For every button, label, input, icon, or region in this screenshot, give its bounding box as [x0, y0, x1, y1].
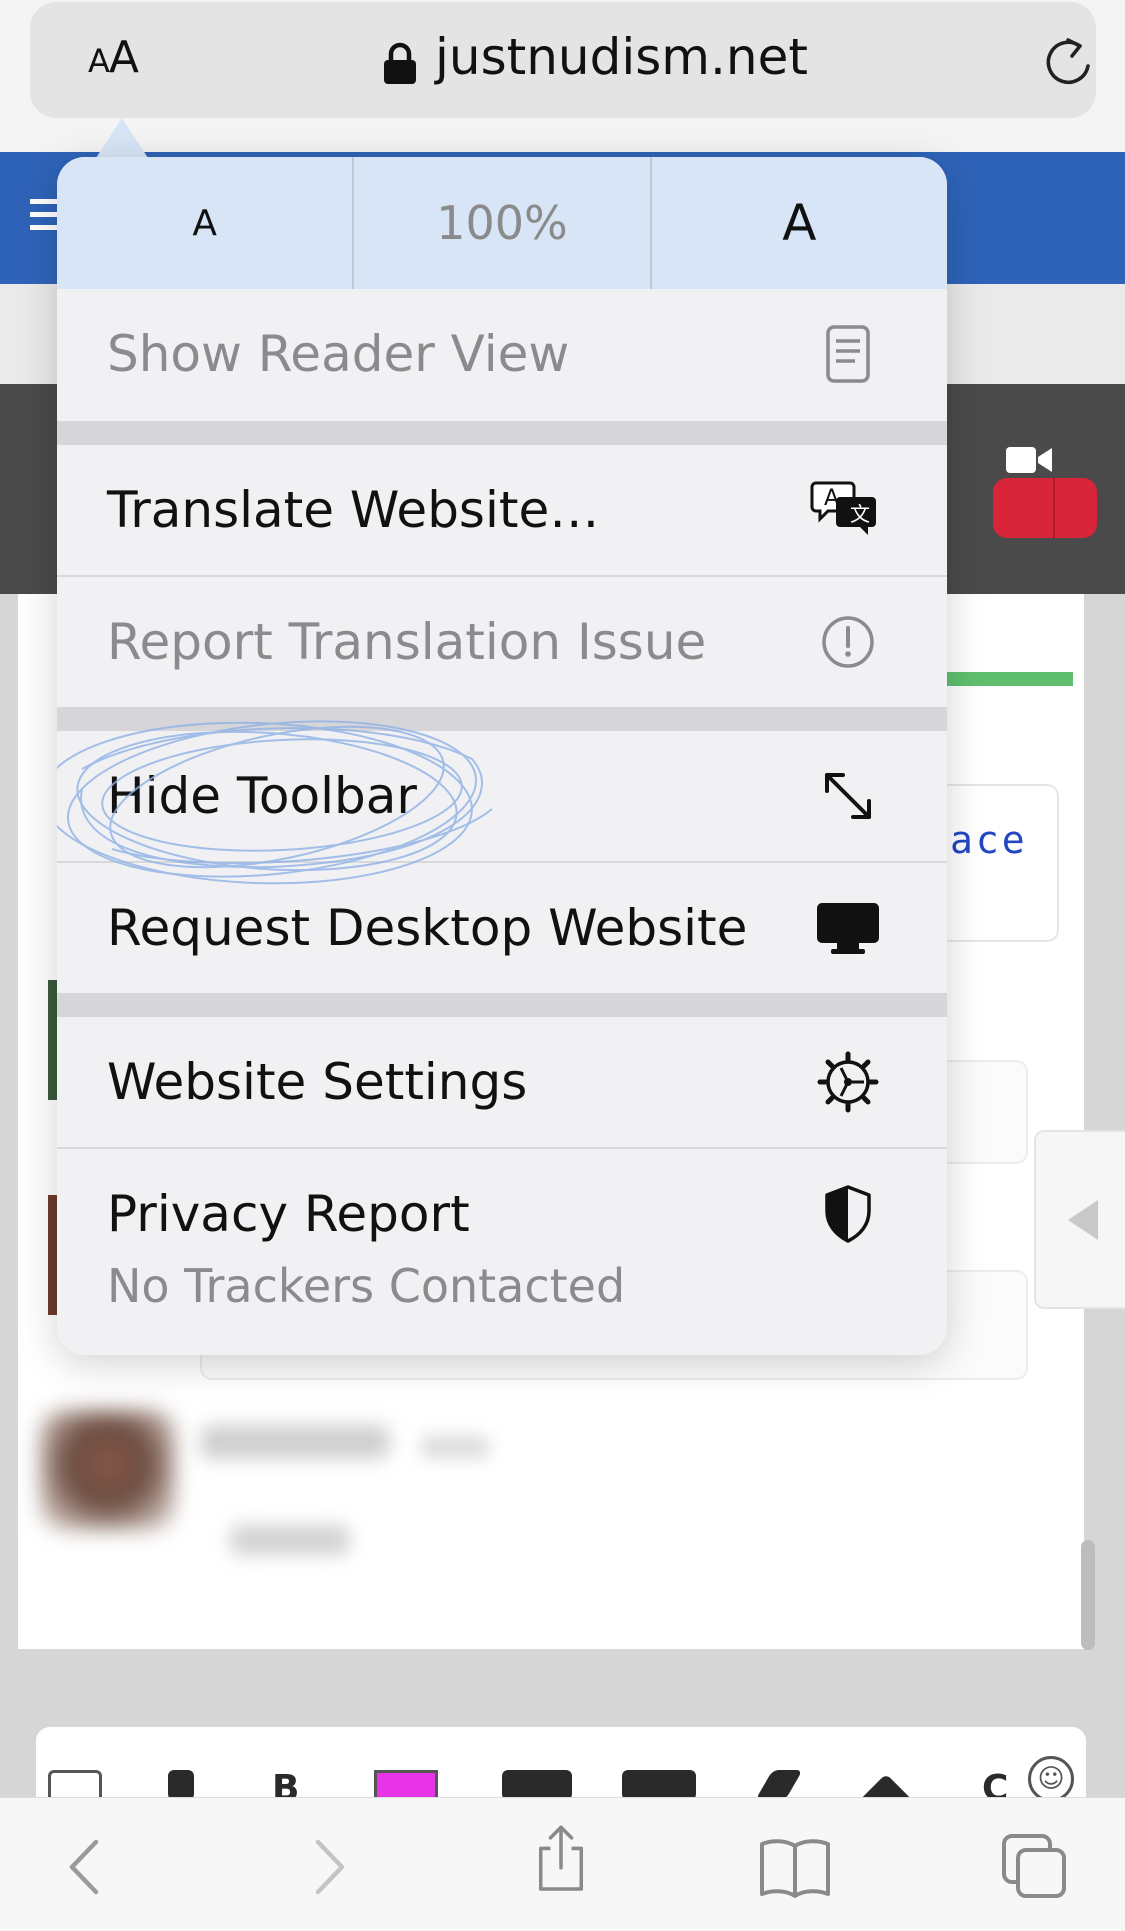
link-card-text[interactable]: ace: [950, 818, 1028, 862]
avatar: [40, 1410, 175, 1530]
menu-item-label: Show Reader View: [107, 325, 570, 383]
menu-separator: [57, 707, 947, 731]
video-icon[interactable]: [502, 1770, 572, 1800]
share-icon[interactable]: [524, 1822, 598, 1896]
gear-icon: [817, 1051, 879, 1113]
emoji-icon[interactable]: ☺: [1028, 1756, 1074, 1802]
blurred-username: [200, 1425, 390, 1459]
menu-item-reader-view[interactable]: Show Reader View: [57, 289, 947, 419]
menu-item-request-desktop[interactable]: Request Desktop Website: [57, 861, 947, 993]
microphone-icon[interactable]: [168, 1770, 194, 1800]
url-text[interactable]: justnudism.net: [435, 28, 808, 86]
reader-view-icon: [826, 325, 870, 383]
reload-icon[interactable]: [1044, 36, 1094, 88]
zoom-percent: 100%: [436, 196, 568, 250]
zoom-in-button[interactable]: A: [652, 157, 947, 289]
text-size-button[interactable]: AA: [88, 32, 139, 83]
bookmarks-icon[interactable]: [758, 1830, 832, 1904]
translate-icon: A 文: [810, 481, 876, 535]
forward-icon[interactable]: [290, 1830, 364, 1904]
expand-arrows-icon: [825, 773, 871, 819]
scrollbar[interactable]: [1081, 1540, 1095, 1650]
live-toggle-button[interactable]: [993, 478, 1097, 538]
menu-item-hide-toolbar[interactable]: Hide Toolbar: [57, 731, 947, 861]
zoom-in-label: A: [782, 194, 817, 252]
menu-item-label: Request Desktop Website: [107, 899, 748, 957]
menu-item-label: Website Settings: [107, 1053, 528, 1111]
menu-item-sublabel: No Trackers Contacted: [107, 1259, 626, 1313]
menu-item-label: Translate Website…: [107, 481, 600, 539]
safari-address-bar[interactable]: AA justnudism.net: [30, 2, 1096, 118]
video-camera-icon[interactable]: [1006, 445, 1052, 475]
menu-item-label: Privacy Report: [107, 1185, 470, 1243]
popover-arrow: [96, 118, 148, 158]
blurred-timestamp: [420, 1435, 490, 1459]
lock-icon: [384, 42, 416, 84]
menu-item-translate[interactable]: Translate Website… A 文: [57, 445, 947, 575]
tabs-icon[interactable]: [998, 1830, 1072, 1904]
menu-item-privacy-report[interactable]: Privacy Report No Trackers Contacted: [57, 1147, 947, 1355]
back-icon[interactable]: [50, 1830, 124, 1904]
zoom-control: A 100% A: [57, 157, 947, 289]
shield-icon: [825, 1185, 871, 1243]
desktop-icon: [817, 903, 879, 954]
page-menu-popover: A 100% A Show Reader View Translate Webs…: [57, 157, 947, 1355]
zoom-reset-button[interactable]: 100%: [354, 157, 652, 289]
menu-item-report-translation[interactable]: Report Translation Issue: [57, 575, 947, 707]
zoom-out-label: A: [192, 202, 217, 244]
menu-item-label: Hide Toolbar: [107, 767, 417, 825]
svg-text:文: 文: [850, 502, 870, 526]
zoom-out-button[interactable]: A: [57, 157, 355, 289]
menu-separator: [57, 993, 947, 1017]
chevron-left-icon[interactable]: [1068, 1200, 1098, 1240]
progress-strip: [945, 672, 1073, 686]
exclamation-circle-icon: [822, 616, 874, 668]
menu-separator: [57, 421, 947, 445]
blurred-text: [230, 1525, 350, 1555]
menu-item-label: Report Translation Issue: [107, 613, 707, 671]
menu-item-website-settings[interactable]: Website Settings: [57, 1017, 947, 1147]
image-icon[interactable]: [622, 1770, 696, 1800]
link-card[interactable]: [930, 784, 1059, 942]
